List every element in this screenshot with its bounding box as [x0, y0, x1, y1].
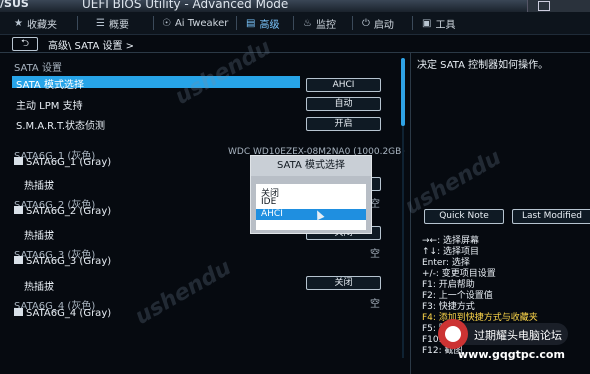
lpm-button[interactable]: 自动 [306, 97, 381, 111]
menu-main[interactable]: ☰ 概要 [96, 12, 129, 34]
forum-watermark: 过期耀头电脑论坛 [438, 319, 568, 349]
watermark-brand: ushendu [130, 255, 236, 330]
help-line: →←: 选择屏幕 [422, 236, 479, 246]
port1-hotplug-label[interactable]: 热插拔 [24, 177, 54, 192]
smart-button[interactable]: 开启 [306, 117, 381, 131]
drive-icon [14, 157, 23, 165]
last-modified-button[interactable]: Last Modified [512, 209, 590, 224]
forum-url: www.gqgtpc.com [458, 348, 565, 361]
sata-mode-button[interactable]: AHCI [306, 78, 381, 92]
lpm-label[interactable]: 主动 LPM 支持 [16, 97, 83, 112]
popup-options: 关闭 IDE AHCI [256, 184, 366, 230]
section-title: SATA 设置 [14, 63, 62, 74]
menu-label: 收藏夹 [26, 19, 57, 31]
drive-icon [14, 256, 23, 264]
sata-mode-label[interactable]: SATA 模式选择 [16, 76, 84, 91]
star-icon: ★ [14, 17, 23, 29]
port3-hotplug-label[interactable]: 热插拔 [24, 278, 54, 293]
breadcrumb: 高级\ SATA 设置 > [48, 41, 135, 52]
port3-name: SATA6G_3 (Gray) [14, 256, 111, 267]
port1-name: SATA6G_1 (Gray) [14, 157, 111, 168]
tool-icon: ▣ [422, 17, 432, 29]
window-title: UEFI BIOS Utility - Advanced Mode [82, 0, 289, 11]
title-bar: /SUS UEFI BIOS Utility - Advanced Mode [0, 0, 590, 12]
menu-separator [77, 16, 78, 30]
smart-label[interactable]: S.M.A.R.T.状态侦测 [16, 117, 105, 132]
asus-logo: /SUS [0, 0, 29, 10]
help-line: F2: 上一个设置值 [422, 291, 493, 301]
option-ide[interactable]: IDE [261, 197, 276, 207]
menu-favorites[interactable]: ★ 收藏夹 [14, 12, 57, 34]
port2-status: 空 [370, 249, 380, 260]
drive-icon [14, 308, 23, 316]
port2-name: SATA6G_2 (Gray) [14, 206, 111, 217]
help-line: ↑↓: 选择项目 [422, 247, 479, 257]
menu-label: 高级 [259, 19, 280, 31]
menu-monitor[interactable]: ♨ 监控 [303, 12, 336, 34]
help-line: F1: 开启帮助 [422, 280, 475, 290]
menu-label: Ai Tweaker [174, 17, 229, 29]
help-line: Enter: 选择 [422, 258, 470, 268]
help-line: F3: 快捷方式 [422, 302, 475, 312]
forum-logo-icon [438, 319, 468, 349]
menu-label: 概要 [108, 19, 129, 31]
menu-advanced[interactable]: ▤ 高级 [246, 12, 279, 34]
advanced-icon: ▤ [246, 17, 256, 29]
menu-label: 监控 [315, 19, 336, 31]
menu-separator [412, 16, 413, 30]
option-ahci[interactable]: AHCI [256, 209, 366, 220]
main-menu-bar: ★ 收藏夹 ☰ 概要 ☉ Ai Tweaker ▤ 高级 ♨ 监控 ⏻ 启动 ▣… [0, 12, 590, 35]
port2-hotplug-label[interactable]: 热插拔 [24, 227, 54, 242]
port3-hotplug-button[interactable]: 关闭 [306, 276, 381, 290]
item-description: 决定 SATA 控制器如何操作。 [417, 60, 549, 71]
power-icon: ⏻ [362, 17, 370, 29]
exit-icon [538, 1, 550, 11]
menu-separator [352, 16, 353, 30]
menu-separator [293, 16, 294, 30]
sata-mode-popup: SATA 模式选择 关闭 IDE AHCI [250, 155, 372, 234]
scrollbar-thumb[interactable] [401, 58, 405, 126]
header-divider [0, 52, 590, 53]
menu-label: 启动 [373, 19, 394, 31]
port4-name: SATA6G_4 (Gray) [14, 308, 111, 319]
forum-name: 过期耀头电脑论坛 [474, 329, 562, 342]
quick-note-button[interactable]: Quick Note [424, 209, 504, 224]
exit-button[interactable] [527, 0, 590, 12]
menu-separator [236, 16, 237, 30]
drive-icon [14, 206, 23, 214]
back-button[interactable]: ⮌ [12, 37, 38, 51]
menu-boot[interactable]: ⏻ 启动 [362, 12, 394, 34]
menu-tool[interactable]: ▣ 工具 [422, 12, 455, 34]
help-line: +/-: 变更项目设置 [422, 269, 496, 279]
menu-separator [153, 16, 154, 30]
menu-ai-tweaker[interactable]: ☉ Ai Tweaker [162, 12, 228, 34]
tweaker-icon: ☉ [162, 17, 171, 29]
list-icon: ☰ [96, 17, 105, 29]
popup-title: SATA 模式选择 [251, 156, 371, 176]
menu-label: 工具 [435, 19, 456, 31]
monitor-icon: ♨ [303, 17, 312, 29]
port3-status: 空 [370, 299, 380, 310]
watermark-brand: ushendu [170, 35, 276, 110]
